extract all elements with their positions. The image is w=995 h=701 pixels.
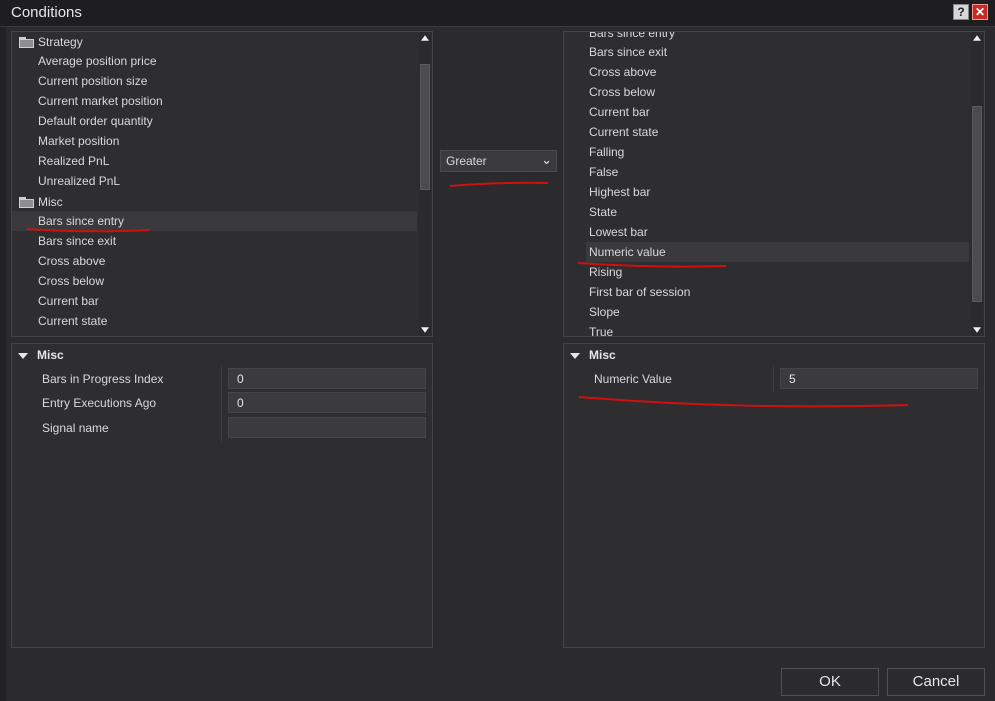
tree-item[interactable]: Default order quantity	[38, 111, 153, 131]
list-item[interactable]: True	[589, 322, 613, 336]
tree-item-selected[interactable]: Bars since entry	[12, 211, 417, 231]
scroll-up-arrow-icon[interactable]	[973, 35, 981, 41]
tree-group-strategy[interactable]: Strategy	[12, 32, 417, 52]
title-bar: Conditions ? ✕	[0, 0, 995, 27]
collapse-triangle-icon[interactable]	[570, 353, 580, 359]
tree-group-label: Misc	[38, 195, 63, 209]
operator-dropdown[interactable]: Greater ⌄	[440, 150, 557, 172]
list-item[interactable]: Current bar	[589, 102, 650, 122]
list-item[interactable]: False	[589, 162, 618, 182]
right-condition-list[interactable]: Bars since entry Bars since exit Cross a…	[563, 31, 985, 337]
right-properties-panel: Misc Numeric Value 5	[563, 343, 985, 648]
properties-category: Misc	[37, 348, 64, 362]
signal-name-input[interactable]	[228, 417, 426, 438]
list-item[interactable]: Slope	[589, 302, 620, 322]
column-divider[interactable]	[773, 366, 774, 392]
left-properties-panel: Misc Bars in Progress Index 0 Entry Exec…	[11, 343, 433, 648]
collapse-triangle-icon[interactable]	[18, 353, 28, 359]
tree-group-label: Strategy	[38, 35, 83, 49]
list-item[interactable]: Current state	[589, 122, 658, 142]
annotation-underline-operator	[449, 181, 549, 187]
cancel-button[interactable]: Cancel	[887, 668, 985, 696]
list-item[interactable]: Cross below	[589, 82, 655, 102]
list-item[interactable]: State	[589, 202, 617, 222]
chevron-down-icon: ⌄	[541, 152, 552, 167]
list-item-selected[interactable]: Numeric value	[586, 242, 969, 262]
list-item[interactable]: Lowest bar	[589, 222, 648, 242]
list-item[interactable]: Rising	[589, 262, 622, 282]
list-item[interactable]: Falling	[589, 142, 624, 162]
bars-in-progress-index-input[interactable]: 0	[228, 368, 426, 389]
tree-item[interactable]: Realized PnL	[38, 151, 109, 171]
column-divider[interactable]	[221, 366, 222, 442]
left-condition-tree[interactable]: Strategy Average position price Current …	[11, 31, 433, 337]
scroll-up-arrow-icon[interactable]	[421, 35, 429, 41]
window-title: Conditions	[11, 4, 82, 21]
tree-item[interactable]: Current position size	[38, 71, 147, 91]
tree-item[interactable]: Bars since exit	[38, 231, 116, 251]
property-label: Numeric Value	[594, 372, 672, 386]
tree-item[interactable]: Current bar	[38, 291, 99, 311]
tree-item[interactable]: Market position	[38, 131, 119, 151]
close-button[interactable]: ✕	[972, 4, 988, 20]
list-item[interactable]: First bar of session	[589, 282, 690, 302]
scroll-down-arrow-icon[interactable]	[421, 327, 429, 333]
folder-icon	[19, 37, 35, 48]
scroll-thumb[interactable]	[972, 106, 982, 302]
folder-icon	[19, 197, 35, 208]
tree-item[interactable]: Cross below	[38, 271, 104, 291]
scroll-down-arrow-icon[interactable]	[973, 327, 981, 333]
list-scrollbar[interactable]	[971, 32, 983, 336]
ok-button[interactable]: OK	[781, 668, 879, 696]
tree-group-misc[interactable]: Misc	[12, 192, 417, 212]
list-item[interactable]: Highest bar	[589, 182, 650, 202]
tree-item[interactable]: Unrealized PnL	[38, 171, 120, 191]
scroll-thumb[interactable]	[420, 64, 430, 190]
tree-scrollbar[interactable]	[419, 32, 431, 336]
properties-category: Misc	[589, 348, 616, 362]
list-item[interactable]: Bars since exit	[589, 42, 667, 62]
help-button[interactable]: ?	[953, 4, 969, 20]
entry-executions-ago-input[interactable]: 0	[228, 392, 426, 413]
tree-item[interactable]: Current market position	[38, 91, 163, 111]
property-label: Bars in Progress Index	[42, 372, 164, 386]
property-label: Entry Executions Ago	[42, 396, 157, 410]
operator-value: Greater	[446, 154, 487, 168]
tree-item[interactable]: Average position price	[38, 51, 157, 71]
tree-item[interactable]: Current state	[38, 311, 107, 331]
list-item[interactable]: Cross above	[589, 62, 656, 82]
numeric-value-input[interactable]: 5	[780, 368, 978, 389]
background-window-edge	[0, 27, 6, 701]
property-label: Signal name	[42, 421, 109, 435]
tree-item[interactable]: Cross above	[38, 251, 105, 271]
